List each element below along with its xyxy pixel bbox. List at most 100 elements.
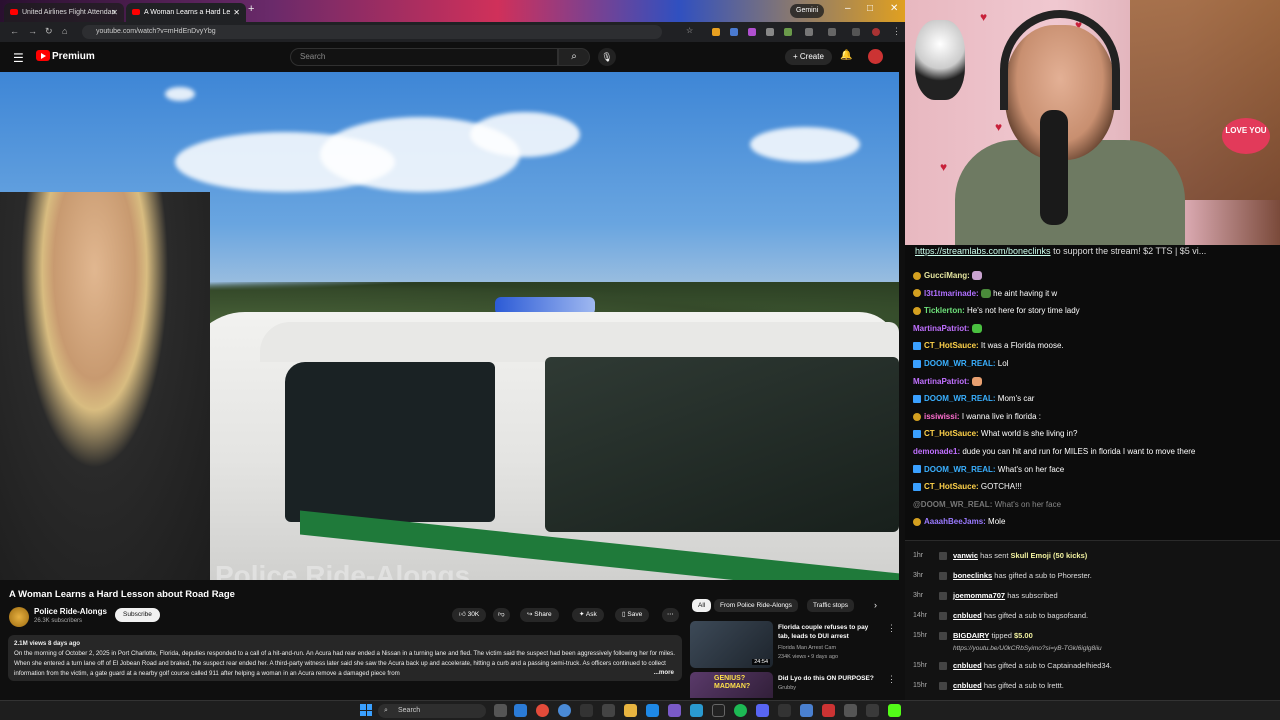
- extension-icon[interactable]: [784, 28, 792, 36]
- tab-active-video[interactable]: A Woman Learns a Hard Le ✕: [126, 3, 246, 22]
- windows-start-icon[interactable]: [360, 704, 372, 716]
- channel-name[interactable]: Police Ride-Alongs: [34, 607, 107, 616]
- share-button[interactable]: ↪ Share: [520, 608, 559, 622]
- menu-hamburger-icon[interactable]: ☰: [13, 51, 24, 65]
- extension-icon[interactable]: [730, 28, 738, 36]
- reload-icon[interactable]: ↻: [45, 26, 53, 37]
- discord-icon[interactable]: [756, 704, 769, 717]
- chat-username[interactable]: MartinaPatriot:: [913, 324, 969, 333]
- dislike-button[interactable]: 👎︎: [493, 608, 510, 622]
- extension-icon[interactable]: [712, 28, 720, 36]
- recommended-title[interactable]: Did Lyo do this ON PURPOSE?: [778, 674, 878, 683]
- event-username[interactable]: cnblued: [953, 661, 982, 670]
- browser-menu-icon[interactable]: ⋮: [892, 26, 901, 37]
- voice-search-mic-icon[interactable]: 🎙: [598, 48, 616, 66]
- chip-all[interactable]: All: [692, 599, 712, 612]
- event-row[interactable]: 1hr vanwic has sent Skull Emoji (50 kicks…: [905, 547, 1280, 565]
- app-icon[interactable]: [844, 704, 857, 717]
- search-input[interactable]: Search: [290, 48, 558, 66]
- app-icon[interactable]: [866, 704, 879, 717]
- subscribe-button[interactable]: Subscribe: [115, 608, 160, 622]
- home-icon[interactable]: ⌂: [62, 26, 67, 36]
- bookmark-star-icon[interactable]: ☆: [686, 26, 693, 35]
- profile-avatar-icon[interactable]: [872, 28, 880, 36]
- video-player[interactable]: Police Ride-Alongs: [0, 72, 899, 580]
- video-thumbnail[interactable]: GENIUS? MADMAN?: [690, 672, 773, 698]
- app-icon[interactable]: [712, 704, 725, 717]
- event-row[interactable]: 3hr joemomma707 has subscribed: [905, 587, 1280, 605]
- event-row[interactable]: 3hr boneclinks has gifted a sub to Phores…: [905, 567, 1280, 585]
- account-avatar[interactable]: [868, 49, 883, 64]
- app-icon[interactable]: [580, 704, 593, 717]
- recommended-channel[interactable]: Grubby: [778, 685, 796, 691]
- app-icon[interactable]: [800, 704, 813, 717]
- recommended-video[interactable]: 24:54 Florida couple refuses to pay tab,…: [690, 621, 900, 671]
- streamlabs-link[interactable]: https://streamlabs.com/boneclinks: [915, 246, 1051, 256]
- chat-username[interactable]: issiwissi:: [924, 412, 960, 421]
- video-thumbnail[interactable]: 24:54: [690, 621, 773, 668]
- show-more-link[interactable]: ...more: [649, 668, 674, 678]
- more-options-icon[interactable]: ⋮: [887, 674, 896, 685]
- back-icon[interactable]: ←: [10, 26, 19, 36]
- event-message-link[interactable]: https://youtu.be/U0kCRbSyimo?si=yB-TGkI6…: [905, 643, 1280, 655]
- chat-username[interactable]: DOOM_WR_REAL:: [924, 394, 996, 403]
- youtube-logo-icon[interactable]: [36, 50, 50, 61]
- sidepanel-icon[interactable]: [828, 28, 836, 36]
- recommended-title[interactable]: Florida couple refuses to pay tab, leads…: [778, 623, 878, 641]
- chat-username[interactable]: l3t1tmarinade:: [924, 289, 979, 298]
- notifications-bell-icon[interactable]: 🔔: [840, 50, 852, 61]
- event-username[interactable]: cnblued: [953, 611, 982, 620]
- chip-traffic-stops[interactable]: Traffic stops: [807, 599, 855, 612]
- save-button[interactable]: ▯ Save: [615, 608, 650, 622]
- close-tab-icon[interactable]: ✕: [233, 3, 240, 22]
- chat-username[interactable]: AaaahBeeJams:: [924, 517, 986, 526]
- url-field[interactable]: youtube.com/watch?v=mHdEnDvyYbg: [82, 25, 662, 39]
- file-explorer-icon[interactable]: [624, 704, 637, 717]
- tab-united-airlines[interactable]: United Airlines Flight Attendan ✕: [4, 3, 124, 22]
- event-row[interactable]: 14hr cnblued has gifted a sub to bagsofsa…: [905, 607, 1280, 625]
- search-button[interactable]: ⌕: [558, 48, 590, 66]
- more-actions-button[interactable]: ⋯: [662, 608, 679, 622]
- downloads-icon[interactable]: [852, 28, 860, 36]
- event-row[interactable]: 15hr cnblued has gifted a sub to Captaina…: [905, 657, 1280, 675]
- event-username[interactable]: joemomma707: [953, 591, 1005, 600]
- chat-username[interactable]: demonade1:: [913, 447, 960, 456]
- task-view-icon[interactable]: [494, 704, 507, 717]
- video-description[interactable]: 2.1M views 8 days ago On the morning of …: [8, 635, 682, 681]
- kick-icon[interactable]: [888, 704, 901, 717]
- chat-username[interactable]: Ticklerton:: [924, 306, 965, 315]
- chip-from-channel[interactable]: From Police Ride-Alongs: [714, 599, 798, 612]
- chat-username[interactable]: DOOM_WR_REAL:: [924, 465, 996, 474]
- maximize-icon[interactable]: □: [867, 3, 873, 14]
- create-button[interactable]: + Create: [785, 49, 832, 65]
- app-icon[interactable]: [690, 704, 703, 717]
- recommended-channel[interactable]: Florida Man Arrest Cam: [778, 645, 836, 651]
- chrome-profile-icon[interactable]: [558, 704, 571, 717]
- event-username[interactable]: cnblued: [953, 681, 982, 690]
- event-username[interactable]: BIGDAIRY: [953, 631, 989, 640]
- app-icon[interactable]: [646, 704, 659, 717]
- like-button[interactable]: 👍︎ 30K: [452, 608, 487, 622]
- event-row[interactable]: 15hr cnblued has gifted a sub to lrettt.: [905, 677, 1280, 695]
- app-icon[interactable]: [822, 704, 835, 717]
- chat-username[interactable]: CT_HotSauce:: [924, 429, 979, 438]
- chat-username[interactable]: MartinaPatriot:: [913, 377, 969, 386]
- app-icon[interactable]: [778, 704, 791, 717]
- window-close-icon[interactable]: ✕: [890, 3, 898, 14]
- event-username[interactable]: vanwic: [953, 551, 978, 560]
- minimize-icon[interactable]: –: [845, 3, 851, 14]
- chat-username[interactable]: DOOM_WR_REAL:: [924, 359, 996, 368]
- chat-username[interactable]: GucciMang:: [924, 271, 970, 280]
- gemini-button[interactable]: Gemini: [790, 4, 825, 18]
- chevron-right-icon[interactable]: ›: [874, 600, 877, 610]
- close-tab-icon[interactable]: ✕: [111, 3, 118, 22]
- app-icon[interactable]: [602, 704, 615, 717]
- extensions-puzzle-icon[interactable]: [805, 28, 813, 36]
- extension-icon[interactable]: [748, 28, 756, 36]
- youtube-premium-logo[interactable]: Premium: [52, 51, 95, 62]
- spotify-icon[interactable]: [734, 704, 747, 717]
- forward-icon[interactable]: →: [28, 26, 37, 36]
- channel-avatar[interactable]: [9, 607, 29, 627]
- chat-username[interactable]: @DOOM_WR_REAL:: [913, 500, 992, 509]
- chat-username[interactable]: CT_HotSauce:: [924, 482, 979, 491]
